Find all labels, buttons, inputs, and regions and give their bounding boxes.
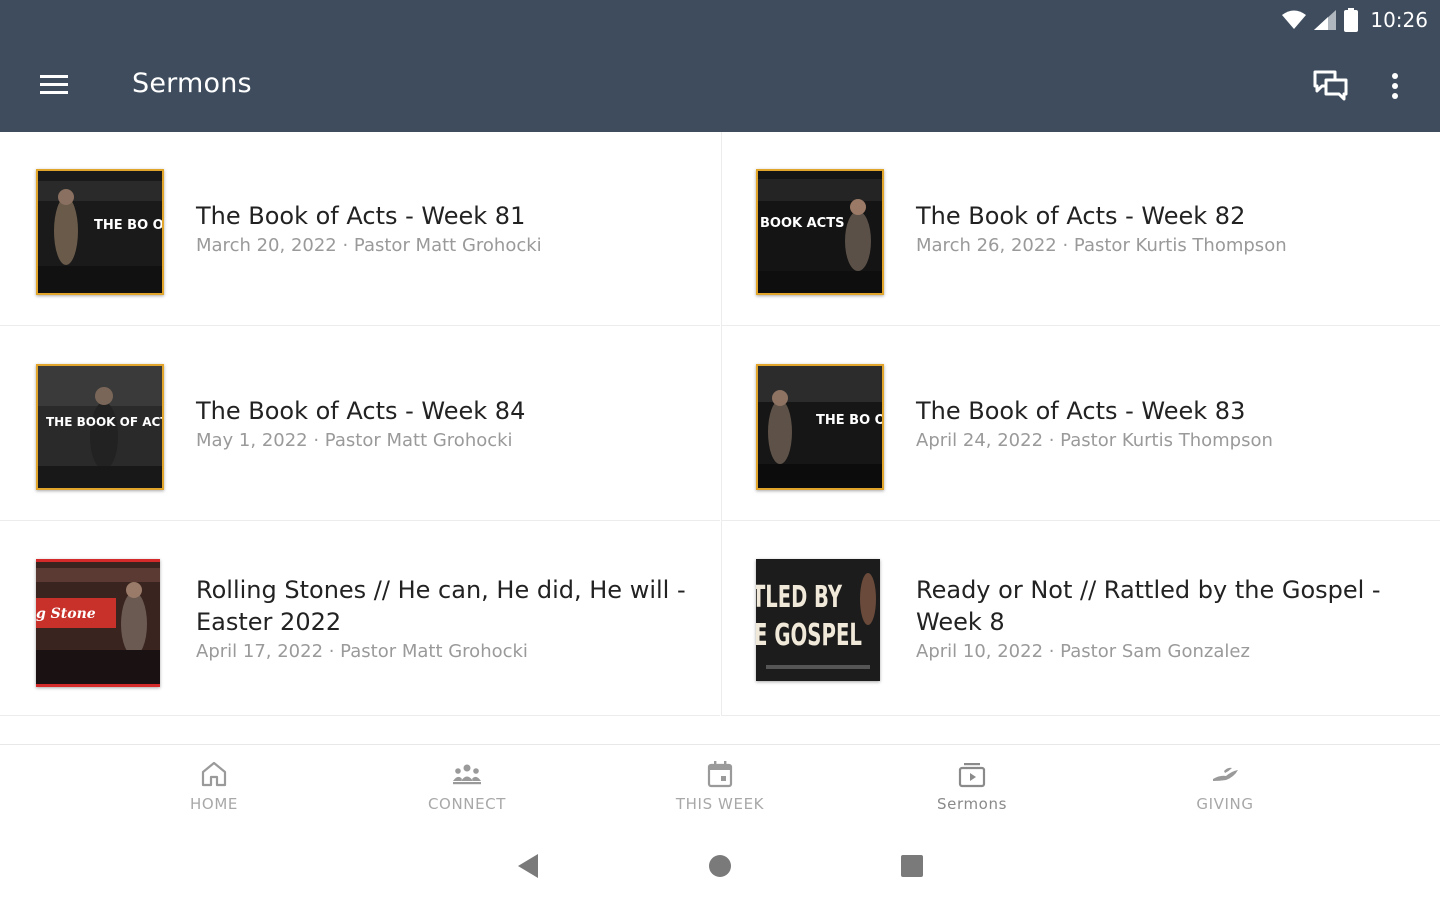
sermon-text: The Book of Acts - Week 81 March 20, 202…	[196, 132, 690, 325]
sermon-grid: THE BO OF AC The Book of Acts - Week 81 …	[0, 132, 1440, 744]
status-bar: 10:26	[0, 0, 1440, 40]
sermon-title: Rolling Stones // He can, He did, He wil…	[196, 575, 686, 636]
more-options-button[interactable]	[1380, 66, 1410, 106]
status-time: 10:26	[1370, 8, 1428, 32]
svg-text:THE BO OF AC: THE BO OF AC	[816, 413, 882, 428]
hamburger-icon	[40, 75, 68, 94]
sermon-thumbnail: TLED BY E GOSPEL	[756, 559, 880, 681]
chat-button[interactable]	[1310, 66, 1352, 106]
battery-icon	[1344, 8, 1359, 32]
nav-sermons[interactable]: Sermons	[872, 745, 1072, 833]
sermon-text: The Book of Acts - Week 82 March 26, 202…	[916, 132, 1410, 325]
svg-text:E GOSPEL: E GOSPEL	[756, 618, 862, 653]
nav-home[interactable]: HOME	[114, 745, 314, 833]
nav-connect[interactable]: CONNECT	[367, 745, 567, 833]
media-icon	[958, 763, 986, 788]
sermon-title: The Book of Acts - Week 81	[196, 201, 526, 230]
sermon-card[interactable]: THE BOOK OF ACTS The Book of Acts - Week…	[0, 327, 720, 521]
sermon-card[interactable]: TLED BY E GOSPEL Ready or Not // Rattled…	[722, 522, 1440, 716]
calendar-icon	[707, 761, 733, 788]
home-circle-icon	[709, 855, 731, 877]
menu-button[interactable]	[38, 70, 72, 100]
giving-icon	[1213, 767, 1238, 781]
sermon-meta: May 1, 2022 · Pastor Matt Grohocki	[196, 429, 513, 451]
app-bar: Sermons	[0, 40, 1440, 132]
recents-button[interactable]	[896, 850, 928, 882]
home-system-button[interactable]	[704, 850, 736, 882]
svg-text:g Stone: g Stone	[36, 606, 96, 622]
chat-icon	[1313, 70, 1348, 101]
wifi-icon	[1282, 10, 1307, 29]
sermon-title: The Book of Acts - Week 82	[916, 201, 1246, 230]
sermon-thumbnail: THE BO OF AC	[756, 364, 884, 490]
sermon-meta: April 10, 2022 · Pastor Sam Gonzalez	[916, 640, 1250, 662]
status-icons: 10:26	[1282, 6, 1428, 34]
sermon-thumbnail: BOOK ACTS	[756, 169, 884, 295]
nav-label: Sermons	[937, 795, 1007, 813]
sermon-text: Rolling Stones // He can, He did, He wil…	[196, 522, 690, 715]
sermon-card[interactable]: THE BO OF AC The Book of Acts - Week 81 …	[0, 132, 720, 326]
bottom-navigation: HOME CONNECT THIS WEEK Sermons GIVING	[0, 744, 1440, 833]
sermon-meta: March 20, 2022 · Pastor Matt Grohocki	[196, 234, 542, 256]
sermon-card[interactable]: g Stone Rolling Stones // He can, He did…	[0, 522, 720, 716]
nav-this-week[interactable]: THIS WEEK	[620, 745, 820, 833]
back-button[interactable]	[512, 850, 544, 882]
nav-label: GIVING	[1196, 795, 1254, 813]
sermon-card[interactable]: BOOK ACTS The Book of Acts - Week 82 Mar…	[722, 132, 1440, 326]
signal-icon	[1314, 10, 1337, 30]
home-icon	[201, 761, 227, 787]
sermon-thumbnail: g Stone	[36, 559, 160, 687]
system-navigation	[0, 832, 1440, 900]
svg-text:TLED BY: TLED BY	[756, 580, 843, 615]
sermon-thumbnail: THE BO OF AC	[36, 169, 164, 295]
back-triangle-icon	[518, 854, 538, 878]
nav-giving[interactable]: GIVING	[1125, 745, 1325, 833]
sermon-meta: April 17, 2022 · Pastor Matt Grohocki	[196, 640, 528, 662]
people-icon	[453, 764, 481, 785]
sermon-meta: March 26, 2022 · Pastor Kurtis Thompson	[916, 234, 1287, 256]
sermon-text: The Book of Acts - Week 83 April 24, 202…	[916, 327, 1410, 520]
svg-text:BOOK ACTS: BOOK ACTS	[760, 216, 844, 231]
sermon-thumbnail: THE BOOK OF ACTS	[36, 364, 164, 490]
sermon-card[interactable]: THE BO OF AC The Book of Acts - Week 83 …	[722, 327, 1440, 521]
nav-label: HOME	[190, 795, 238, 813]
svg-text:THE BOOK OF ACTS: THE BOOK OF ACTS	[46, 415, 162, 429]
nav-label: CONNECT	[427, 795, 507, 813]
sermon-title: The Book of Acts - Week 84	[196, 396, 526, 425]
sermon-title: Ready or Not // Rattled by the Gospel - …	[916, 575, 1381, 636]
page-title: Sermons	[132, 68, 252, 99]
more-vert-icon	[1392, 73, 1398, 99]
svg-text:THE BO OF AC: THE BO OF AC	[94, 218, 162, 233]
nav-label: THIS WEEK	[675, 795, 765, 813]
sermon-meta: April 24, 2022 · Pastor Kurtis Thompson	[916, 429, 1273, 451]
sermon-text: Ready or Not // Rattled by the Gospel - …	[916, 522, 1410, 715]
sermon-title: The Book of Acts - Week 83	[916, 396, 1246, 425]
sermon-text: The Book of Acts - Week 84 May 1, 2022 ·…	[196, 327, 690, 520]
recents-square-icon	[901, 855, 923, 877]
